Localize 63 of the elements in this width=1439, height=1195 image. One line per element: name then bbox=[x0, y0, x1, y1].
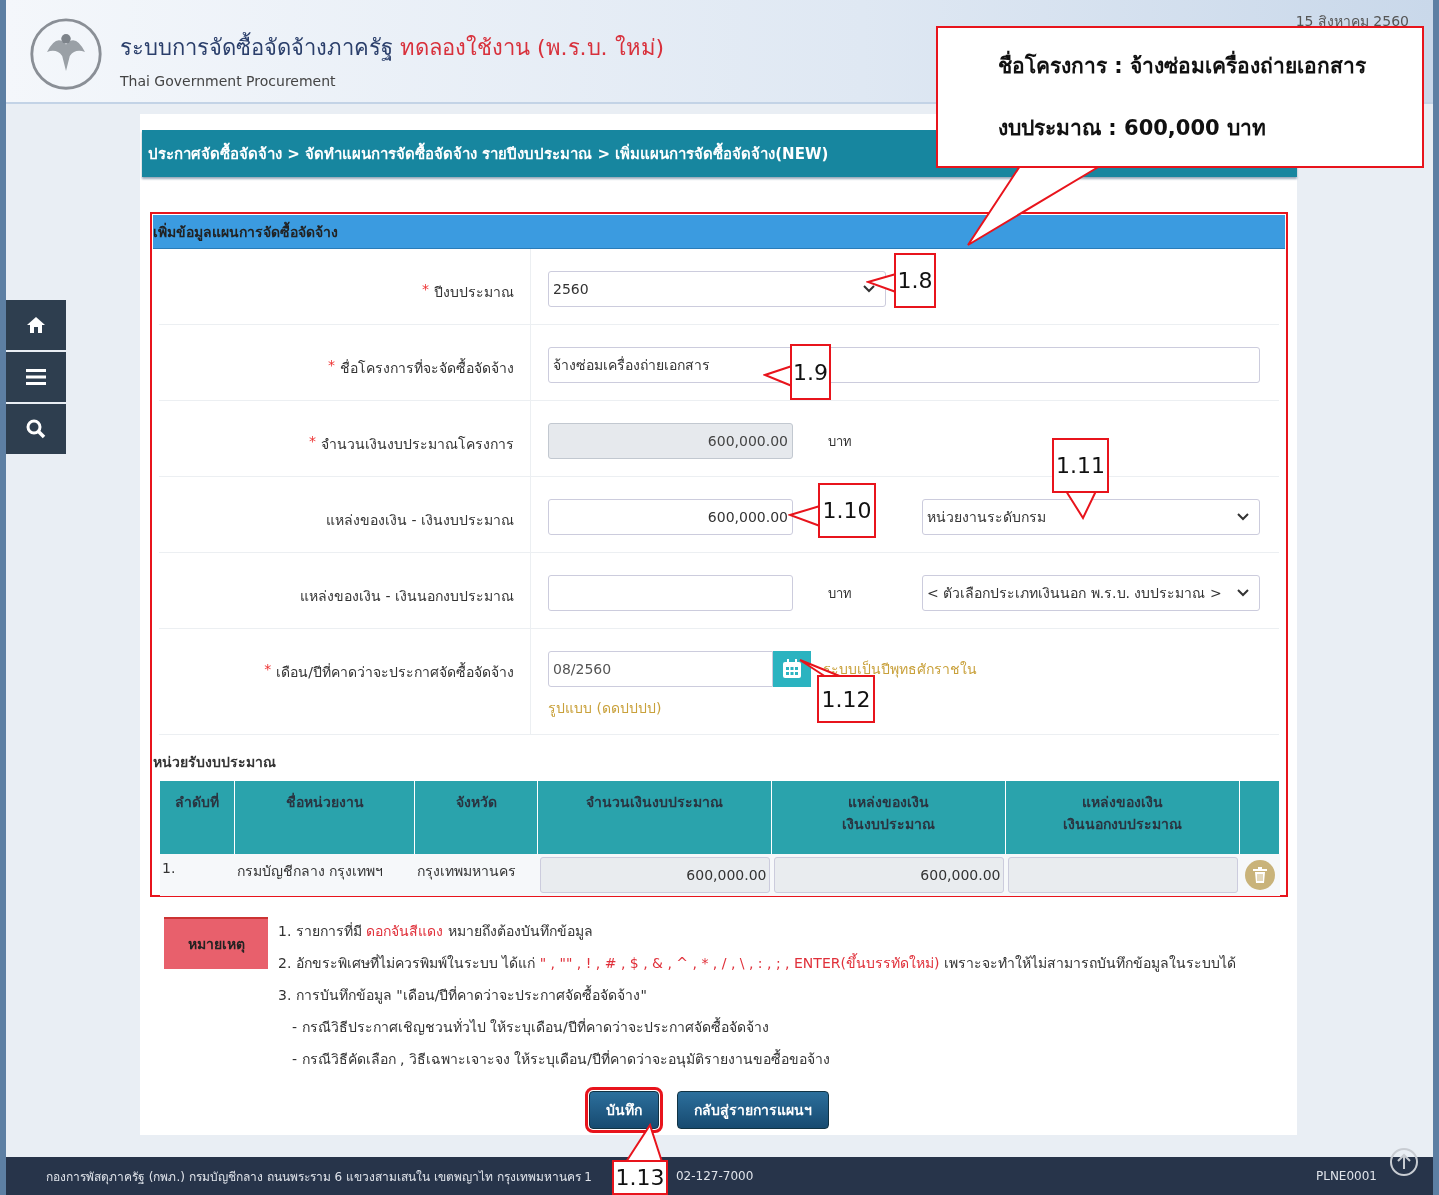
field-label: เดือน/ปีที่คาดว่าจะประกาศจัดซื้อจัดจ้าง bbox=[276, 661, 514, 682]
column-header: ชื่อหน่วยงาน bbox=[234, 781, 415, 854]
phone-text: 02-127-7000 bbox=[675, 1169, 754, 1183]
required-mark: * bbox=[328, 357, 335, 373]
note-label: หมายเหตุ bbox=[187, 935, 245, 955]
note-text: - กรณีวิธีประกาศเชิญชวนทั่วไป ให้ระบุเดือน/ปีที่คาดว่าจะประกาศจัดซื้อจัดจ้าง bbox=[291, 1016, 770, 1038]
menu-button[interactable] bbox=[6, 352, 66, 402]
field-label: ชื่อโครงการที่จะจัดซื้อจัดจ้าง bbox=[340, 357, 514, 378]
table-cell: 1. bbox=[160, 854, 235, 896]
field-label: แหล่งของเงิน - เงินงบประมาณ bbox=[326, 511, 514, 530]
amount-field[interactable]: 600,000.00 bbox=[548, 499, 793, 535]
required-mark: * bbox=[422, 281, 429, 297]
address-text: กองการพัสดุภาครัฐ (กพภ.) กรมบัญชีกลาง ถนนพระราม 6 แขวงสามเสนใน เขตพญาไท กรุงเทพมหานคร 1 bbox=[46, 1168, 592, 1186]
trash-icon bbox=[1252, 867, 1267, 883]
search-button[interactable] bbox=[6, 404, 66, 454]
callout-box: 1.9 bbox=[790, 344, 831, 400]
home-button[interactable] bbox=[6, 300, 66, 350]
callout-box: 1.10 bbox=[818, 483, 876, 538]
callout-box: 1.13 bbox=[612, 1160, 668, 1195]
table-cell: กรมบัญชีกลาง กรุงเทพฯ bbox=[234, 854, 415, 896]
column-header: แหล่งของเงิน เงินนอกงบประมาณ bbox=[1005, 781, 1240, 854]
amount-field: 600,000.00 bbox=[773, 857, 1004, 893]
scroll-top-button[interactable] bbox=[1389, 1147, 1419, 1177]
caret-icon bbox=[1237, 513, 1249, 521]
format-hint: รูปแบบ (ดดปปปป) bbox=[548, 699, 662, 719]
unit-text: บาท bbox=[828, 585, 852, 601]
back-button[interactable]: กลับสู่รายการแผนฯ bbox=[676, 1091, 829, 1129]
field-label: แหล่งของเงิน - เงินนอกงบประมาณ bbox=[300, 587, 514, 606]
field-label: จำนวนเงินงบประมาณโครงการ bbox=[321, 435, 514, 454]
search-icon bbox=[26, 419, 46, 439]
breadcrumb-text: ประกาศจัดซื้อจัดจ้าง > จัดทำแผนการจัดซื้อจัดจ้าง รายปีงบประมาณ > เพิ่มแผนการจัดซื้อจัดจ้าง(NEW) bbox=[148, 141, 829, 165]
column-header: จำนวนเงินงบประมาณ bbox=[537, 781, 772, 854]
date-field[interactable]: 08/2560 bbox=[548, 651, 773, 687]
column-header: แหล่งของเงิน เงินงบประมาณ bbox=[771, 781, 1006, 854]
source-select[interactable]: < ตัวเลือกประเภทเงินนอก พ.ร.บ. งบประมาณ > bbox=[922, 575, 1260, 611]
page-code: PLNE0001 bbox=[1315, 1169, 1377, 1183]
field-label: ปีงบประมาณ bbox=[434, 283, 514, 302]
arrow-up-icon bbox=[1389, 1147, 1419, 1177]
emblem-icon bbox=[28, 16, 104, 92]
callout-box: 1.8 bbox=[894, 253, 936, 308]
table-cell: กรุงเทพมหานคร bbox=[414, 854, 538, 896]
column-header: จังหวัด bbox=[414, 781, 538, 854]
note-text: - กรณีวิธีคัดเลือก , วิธีเฉพาะเจาะจง ให้ระบุเดือน/ปีที่คาดว่าจะอนุมัติรายงานขอซื้อขอจ้าง bbox=[291, 1048, 832, 1070]
calendar-button[interactable] bbox=[773, 651, 811, 687]
note-text: 2. อักขระพิเศษที่ไม่ควรพิมพ์ในระบบ ได้แก่ " , "" , ! , # , $ , & , ^ , * , / , \ , : , ; , ENTER(ขึ้นบรรทัดใหม่) เพราะจะทำให้ไม่สามารถบันทึกข้อมูลในระบบได้ bbox=[278, 952, 1236, 974]
trial-label: ทดลองใช้งาน (พ.ร.บ. ใหม่) bbox=[400, 35, 665, 60]
home-icon bbox=[26, 316, 46, 334]
caret-icon bbox=[1237, 589, 1249, 597]
amount-field[interactable] bbox=[548, 575, 793, 611]
menu-icon bbox=[26, 369, 46, 385]
caret-icon bbox=[863, 285, 875, 293]
note-text: 1. รายการที่มี ดอกจันสีแดง หมายถึงต้องบันทึกข้อมูล bbox=[278, 921, 594, 942]
amount-field[interactable]: 600,000.00 bbox=[548, 423, 793, 459]
required-mark: * bbox=[309, 433, 316, 449]
unit-text: บาท bbox=[828, 433, 852, 449]
section-title: เพิ่มข้อมูลแผนการจัดซื้อจัดจ้าง bbox=[153, 220, 338, 243]
calendar-icon bbox=[782, 659, 802, 679]
required-mark: * bbox=[264, 661, 272, 677]
system-subtitle: Thai Government Procurement bbox=[120, 73, 337, 89]
column-header: ลำดับที่ bbox=[160, 781, 235, 854]
amount-field: 600,000.00 bbox=[539, 857, 770, 893]
note-text: 3. การบันทึกข้อมูล "เดือน/ปีที่คาดว่าจะประกาศจัดซื้อจัดจ้าง" bbox=[278, 984, 648, 1006]
table-title: หน่วยรับงบประมาณ bbox=[153, 753, 277, 772]
